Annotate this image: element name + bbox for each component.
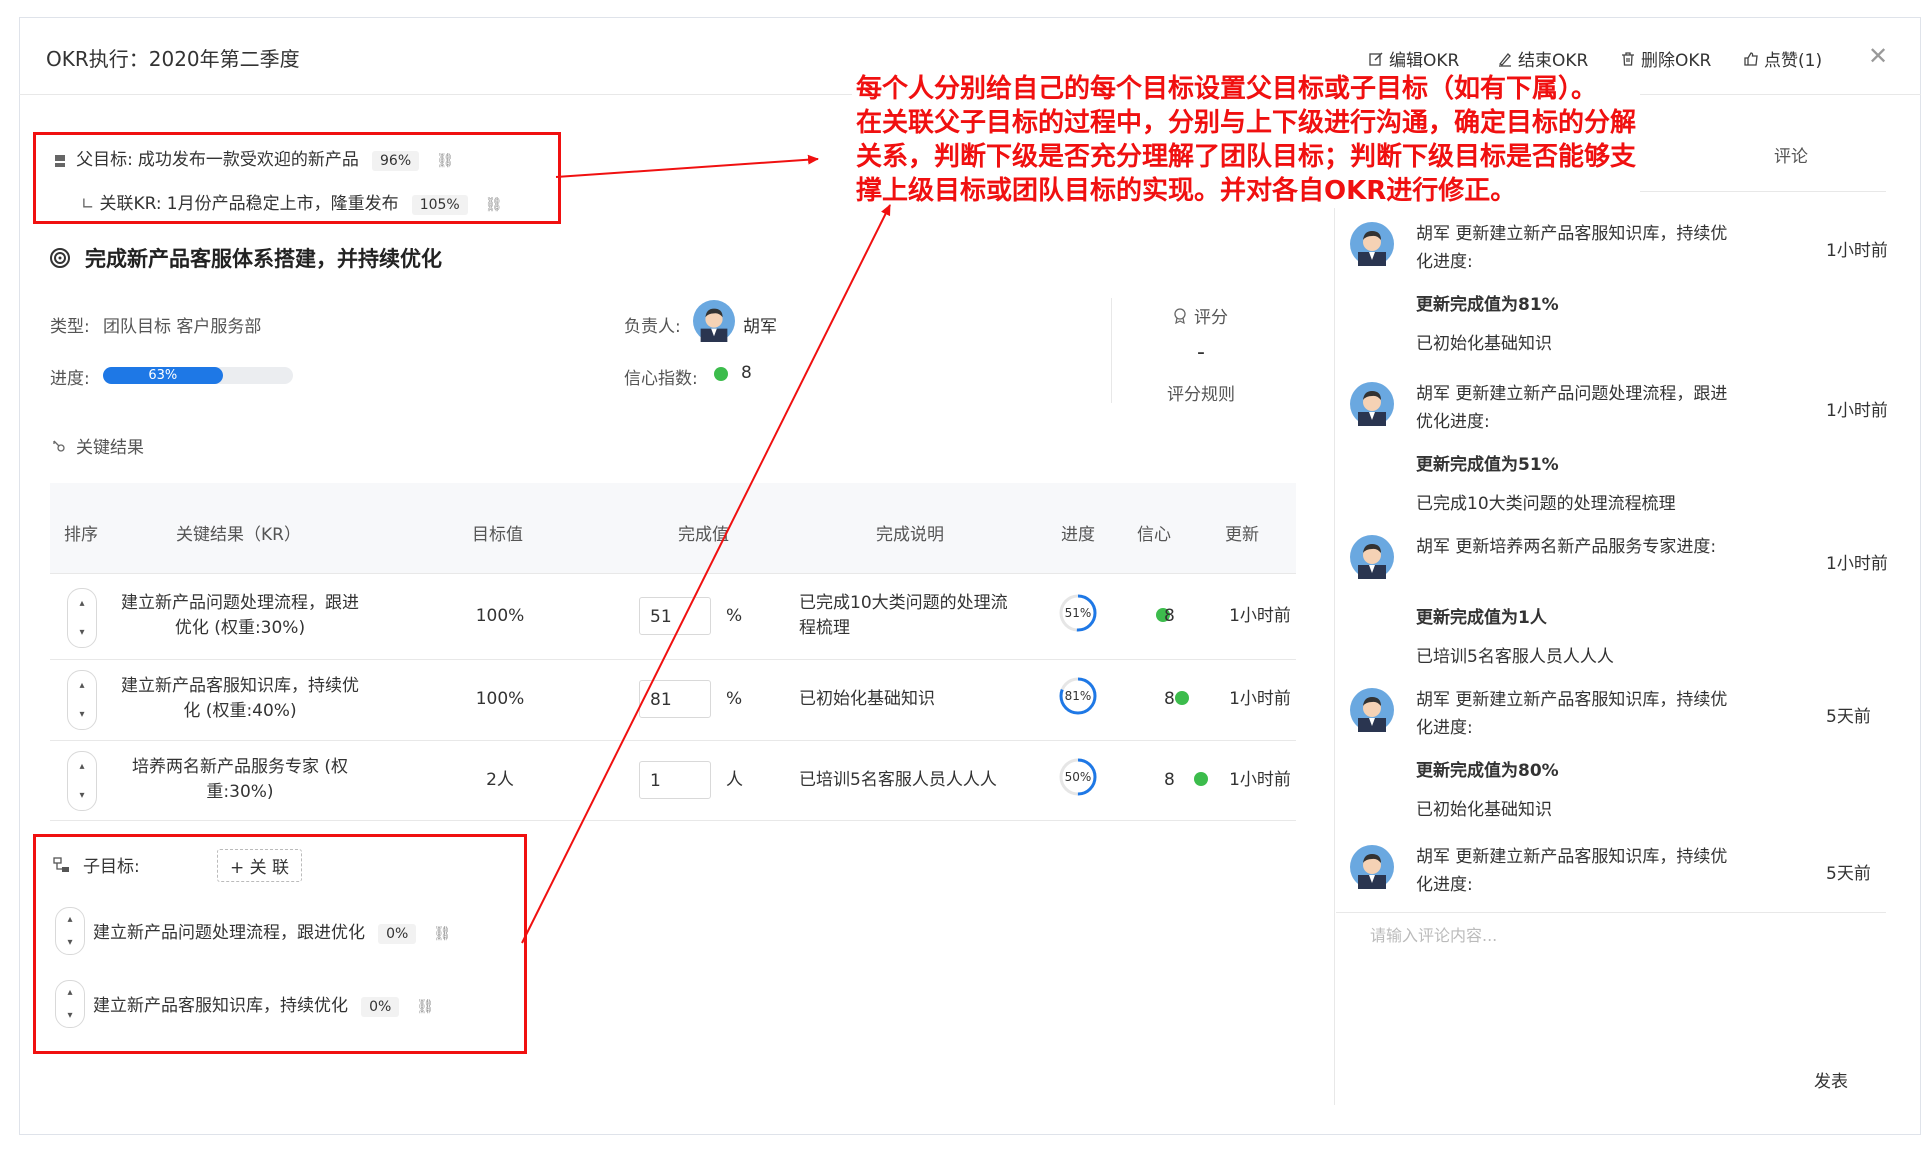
annotation-arrows: [521, 154, 891, 944]
arrow-to-children: [521, 204, 891, 944]
arrow-to-parent: [555, 154, 819, 178]
